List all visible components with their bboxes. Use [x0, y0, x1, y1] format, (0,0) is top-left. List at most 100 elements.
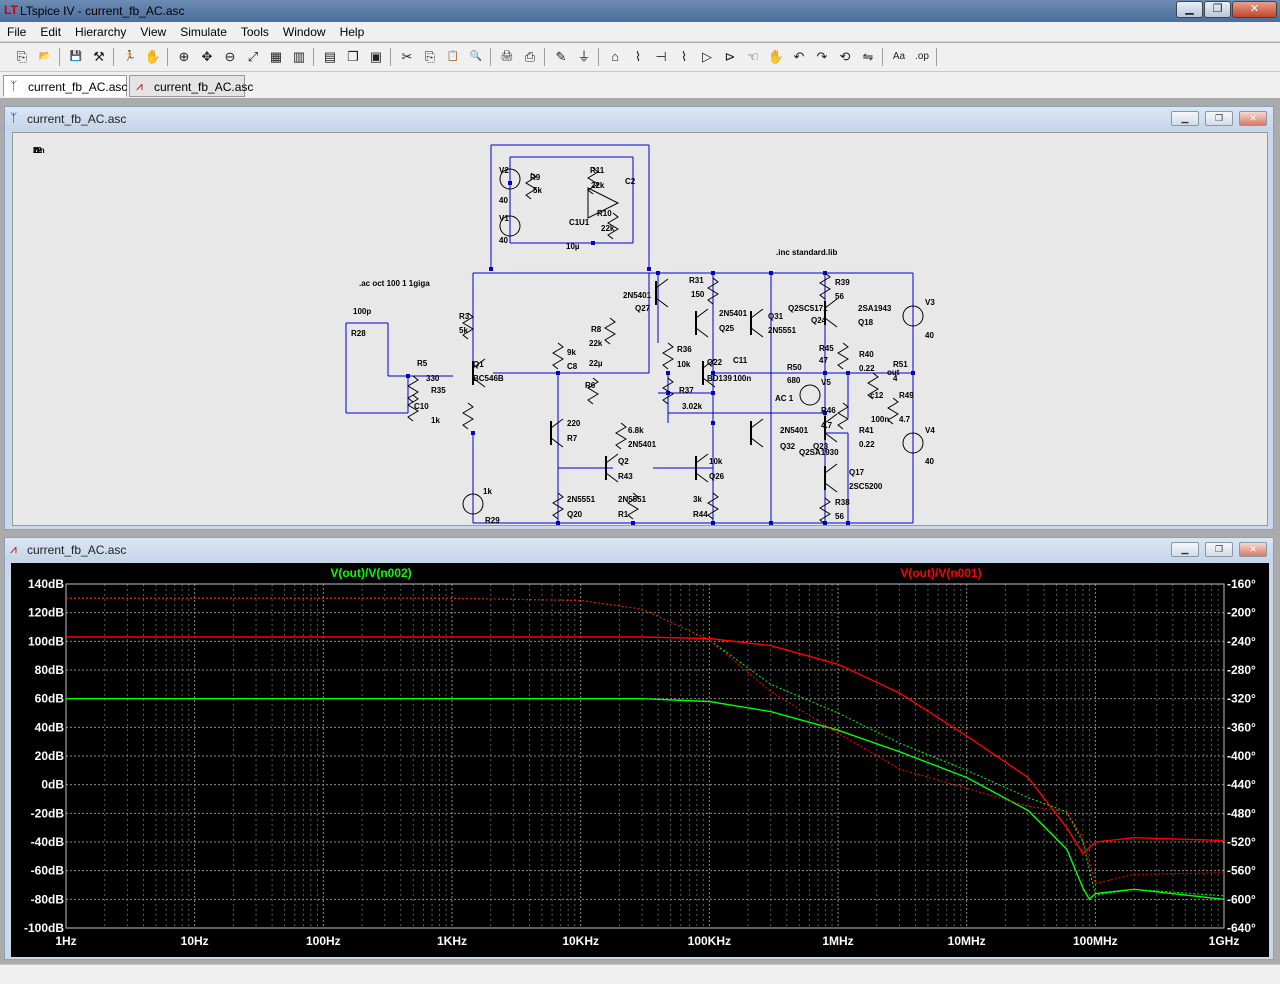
autorange-icon[interactable]: ▦ — [266, 47, 286, 67]
menu-file[interactable]: File — [0, 22, 33, 39]
schematic-label: Q20 — [567, 510, 583, 519]
menu-hierarchy[interactable]: Hierarchy — [68, 22, 133, 39]
restore-button[interactable]: ❐ — [1205, 542, 1233, 557]
schematic-drawing: V240V140R95kR1122k C2C110µU1R1022k2N5401Q… — [33, 144, 935, 525]
undo-icon[interactable]: ↶ — [789, 47, 809, 67]
ground-icon[interactable]: ⏚ — [574, 47, 594, 67]
schematic-label: R8 — [591, 325, 602, 334]
menu-tools[interactable]: Tools — [234, 22, 276, 39]
paste-icon[interactable]: 📋 — [443, 47, 463, 67]
component-icon[interactable]: ⊳ — [720, 47, 740, 67]
resistor-symbol — [837, 402, 849, 430]
trace-label[interactable]: V(out)/V(n001) — [900, 566, 981, 580]
wire-icon[interactable]: ✎ — [551, 47, 571, 67]
schematic-label: 5k — [459, 326, 468, 335]
transistor-lead — [824, 463, 838, 474]
schematic-label: R49 — [899, 391, 914, 400]
x-tick-label: 100Hz — [306, 934, 341, 948]
restore-button[interactable]: ❐ — [1205, 111, 1233, 126]
y-left-tick-label: 120dB — [28, 606, 64, 620]
y-right-tick-label: -640° — [1227, 921, 1256, 935]
mirror-icon[interactable]: ⇋ — [858, 47, 878, 67]
x-tick-label: 10Hz — [181, 934, 209, 948]
halt-icon[interactable]: ✋ — [143, 47, 163, 67]
run-icon[interactable]: 🏃 — [120, 47, 140, 67]
junction-dot — [711, 521, 715, 525]
menu-edit[interactable]: Edit — [33, 22, 68, 39]
close-windows-icon[interactable]: ▣ — [366, 47, 386, 67]
menu-view[interactable]: View — [133, 22, 173, 39]
junction-dot — [711, 391, 715, 395]
zoom-fit-icon[interactable]: ⤢ — [243, 47, 263, 67]
junction-dot — [711, 271, 715, 275]
find-icon[interactable]: 🔍 — [466, 47, 486, 67]
rotate-icon[interactable]: ⟲ — [835, 47, 855, 67]
resistor-symbol — [604, 317, 616, 345]
transistor-lead — [550, 418, 564, 429]
menu-simulate[interactable]: Simulate — [173, 22, 234, 39]
maximize-button[interactable]: ❐ — [1204, 1, 1231, 18]
new-schematic-icon[interactable]: ⎘ — [12, 47, 32, 67]
move-icon[interactable]: ☜ — [743, 47, 763, 67]
bode-plot[interactable]: 1Hz 10Hz 100Hz 1KHz 10KHz 100KHz 1MHz 10MHz 100M… — [11, 563, 1269, 957]
trace-label[interactable]: V(out)/V(n002) — [330, 566, 411, 580]
tab-schematic[interactable]: ᛉ current_fb_AC.asc — [3, 75, 127, 97]
redo-icon[interactable]: ↷ — [812, 47, 832, 67]
menu-window[interactable]: Window — [276, 22, 333, 39]
transistor-lead — [695, 308, 709, 319]
close-button[interactable]: ✕ — [1239, 111, 1267, 126]
print-icon[interactable]: ⎙ — [520, 47, 540, 67]
schematic-window: ᛉ current_fb_AC.asc ▁ ❐ ✕ V2 40 V1 40 R9 5k R1… — [4, 106, 1274, 530]
spice-directive[interactable]: .inc standard.lib — [776, 248, 837, 257]
open-icon[interactable]: 📂 — [35, 47, 55, 67]
y-left-tick-label: -40dB — [31, 835, 65, 849]
schematic-label: 220 — [567, 419, 581, 428]
transistor-lead — [695, 453, 709, 464]
cut-icon[interactable]: ✂ — [397, 47, 417, 67]
resistor-symbol — [837, 342, 849, 370]
tab-waveform[interactable]: ⩘ current_fb_AC.asc — [129, 75, 253, 97]
control-panel-icon[interactable]: ⚒ — [89, 47, 109, 67]
close-button[interactable]: ✕ — [1232, 1, 1277, 18]
inductor-icon[interactable]: ⌇ — [674, 47, 694, 67]
window-title: LTspice IV - current_fb_AC.asc — [20, 4, 185, 18]
document-tabs: ᛉ current_fb_AC.asc ⩘ current_fb_AC.asc — [0, 72, 1280, 98]
drag-icon[interactable]: ✋ — [766, 47, 786, 67]
trace-gain[interactable] — [66, 636, 1225, 855]
diode-icon[interactable]: ▷ — [697, 47, 717, 67]
trace-phase[interactable] — [66, 597, 1225, 897]
junction-dot — [846, 371, 850, 375]
save-icon[interactable]: 💾 — [66, 47, 86, 67]
spice-directive[interactable]: .ac oct 100 1 1giga — [359, 279, 430, 288]
schematic-label: Q17 — [849, 468, 865, 477]
text-icon[interactable]: Aa — [889, 47, 909, 67]
minimize-button[interactable]: ▁ — [1171, 542, 1199, 557]
zoom-in-icon[interactable]: ⊕ — [174, 47, 194, 67]
grid-icon[interactable]: ▥ — [289, 47, 309, 67]
schematic-canvas[interactable]: V2 40 V1 40 R9 5k R11 22k C2 C1 10µ U1 R10 22k 2N5401 Q… — [12, 132, 1268, 526]
schematic-label: Q2SA1930 — [799, 448, 839, 457]
minimize-button[interactable]: ▁ — [1171, 111, 1199, 126]
spice-directive-icon[interactable]: .op — [912, 47, 932, 67]
trace-gain[interactable] — [66, 697, 1225, 901]
junction-dot — [769, 271, 773, 275]
y-right-tick-label: -520° — [1227, 835, 1256, 849]
tile-horizontal-icon[interactable]: ▤ — [320, 47, 340, 67]
copy-icon[interactable]: ⎘ — [420, 47, 440, 67]
pan-icon[interactable]: ✥ — [197, 47, 217, 67]
zoom-out-icon[interactable]: ⊖ — [220, 47, 240, 67]
menu-help[interactable]: Help — [333, 22, 372, 39]
waveform-icon: ⩘ — [136, 79, 143, 93]
plot-pane[interactable]: 1Hz 10Hz 100Hz 1KHz 10KHz 100KHz 1MHz 10MHz 100M… — [11, 563, 1269, 957]
label-net-icon[interactable]: ⌂ — [605, 47, 625, 67]
capacitor-icon[interactable]: ⊣ — [651, 47, 671, 67]
minimize-button[interactable]: ▁ — [1176, 1, 1203, 18]
close-button[interactable]: ✕ — [1239, 542, 1267, 557]
transistor-lead — [750, 418, 764, 429]
schematic-label: R9 — [530, 173, 541, 182]
ltspice-logo-icon: LT — [4, 3, 18, 17]
print-setup-icon[interactable]: 🖨 — [497, 47, 517, 67]
cascade-icon[interactable]: ❐ — [343, 47, 363, 67]
resistor-icon[interactable]: ⌇ — [628, 47, 648, 67]
toolbar-separator — [598, 48, 599, 66]
